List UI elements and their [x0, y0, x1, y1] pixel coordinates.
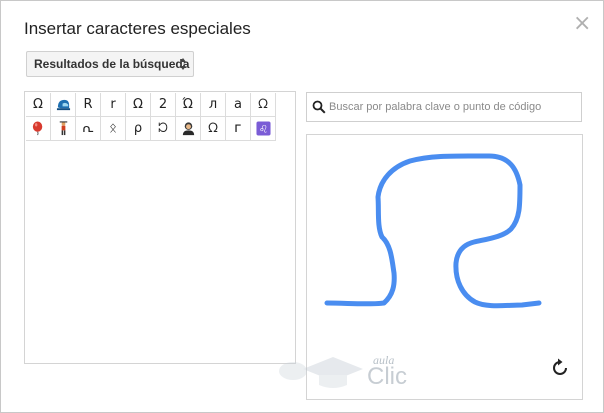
char-cell[interactable]: r — [101, 93, 126, 117]
close-icon[interactable]: × — [573, 13, 591, 35]
search-box[interactable] — [306, 92, 582, 122]
special-characters-dialog: Insertar caracteres especiales × Resulta… — [0, 0, 604, 413]
char-cell[interactable]: R — [76, 93, 101, 117]
results-panel: Ω Rr Ω 2 Ώл a ᘯ ᕆ ᛟ ρ ᘰ ᘯ ᴦ ♌ — [24, 91, 296, 364]
char-cell[interactable]: 2 — [151, 93, 176, 117]
char-cell[interactable]: ᘯ — [251, 93, 276, 117]
char-cell[interactable]: ᘰ — [151, 117, 176, 141]
char-cell[interactable]: ᘯ — [201, 117, 226, 141]
char-cell[interactable]: a — [226, 93, 251, 117]
char-cell[interactable]: Ω — [126, 93, 151, 117]
search-icon — [312, 100, 326, 114]
reset-icon[interactable] — [549, 357, 571, 379]
category-select-value: Resultados de la búsqueda — [34, 57, 190, 71]
watermark-clic: Clic — [367, 363, 407, 390]
char-cell[interactable]: л — [201, 93, 226, 117]
person-lifting-icon[interactable] — [51, 117, 76, 141]
svg-text:♌: ♌ — [258, 124, 267, 136]
search-input[interactable] — [329, 97, 577, 117]
category-select[interactable]: Resultados de la búsqueda — [26, 51, 194, 77]
dialog-title: Insertar caracteres especiales — [24, 19, 251, 38]
char-cell[interactable]: ᛟ — [101, 117, 126, 141]
balloon-icon[interactable] — [26, 117, 51, 141]
select-arrows-icon — [180, 58, 186, 70]
leo-icon[interactable]: ♌ — [251, 117, 276, 141]
char-cell[interactable]: ρ — [126, 117, 151, 141]
char-cell[interactable]: ᕆ — [76, 117, 101, 141]
helmet-icon[interactable] — [51, 93, 76, 117]
results-grid: Ω Rr Ω 2 Ώл a ᘯ ᕆ ᛟ ρ ᘰ ᘯ ᴦ ♌ — [26, 93, 276, 141]
char-cell[interactable]: ᴦ — [226, 117, 251, 141]
person-in-suit-icon[interactable] — [176, 117, 201, 141]
char-cell[interactable]: Ώ — [176, 93, 201, 117]
char-cell[interactable]: Ω — [26, 93, 51, 117]
